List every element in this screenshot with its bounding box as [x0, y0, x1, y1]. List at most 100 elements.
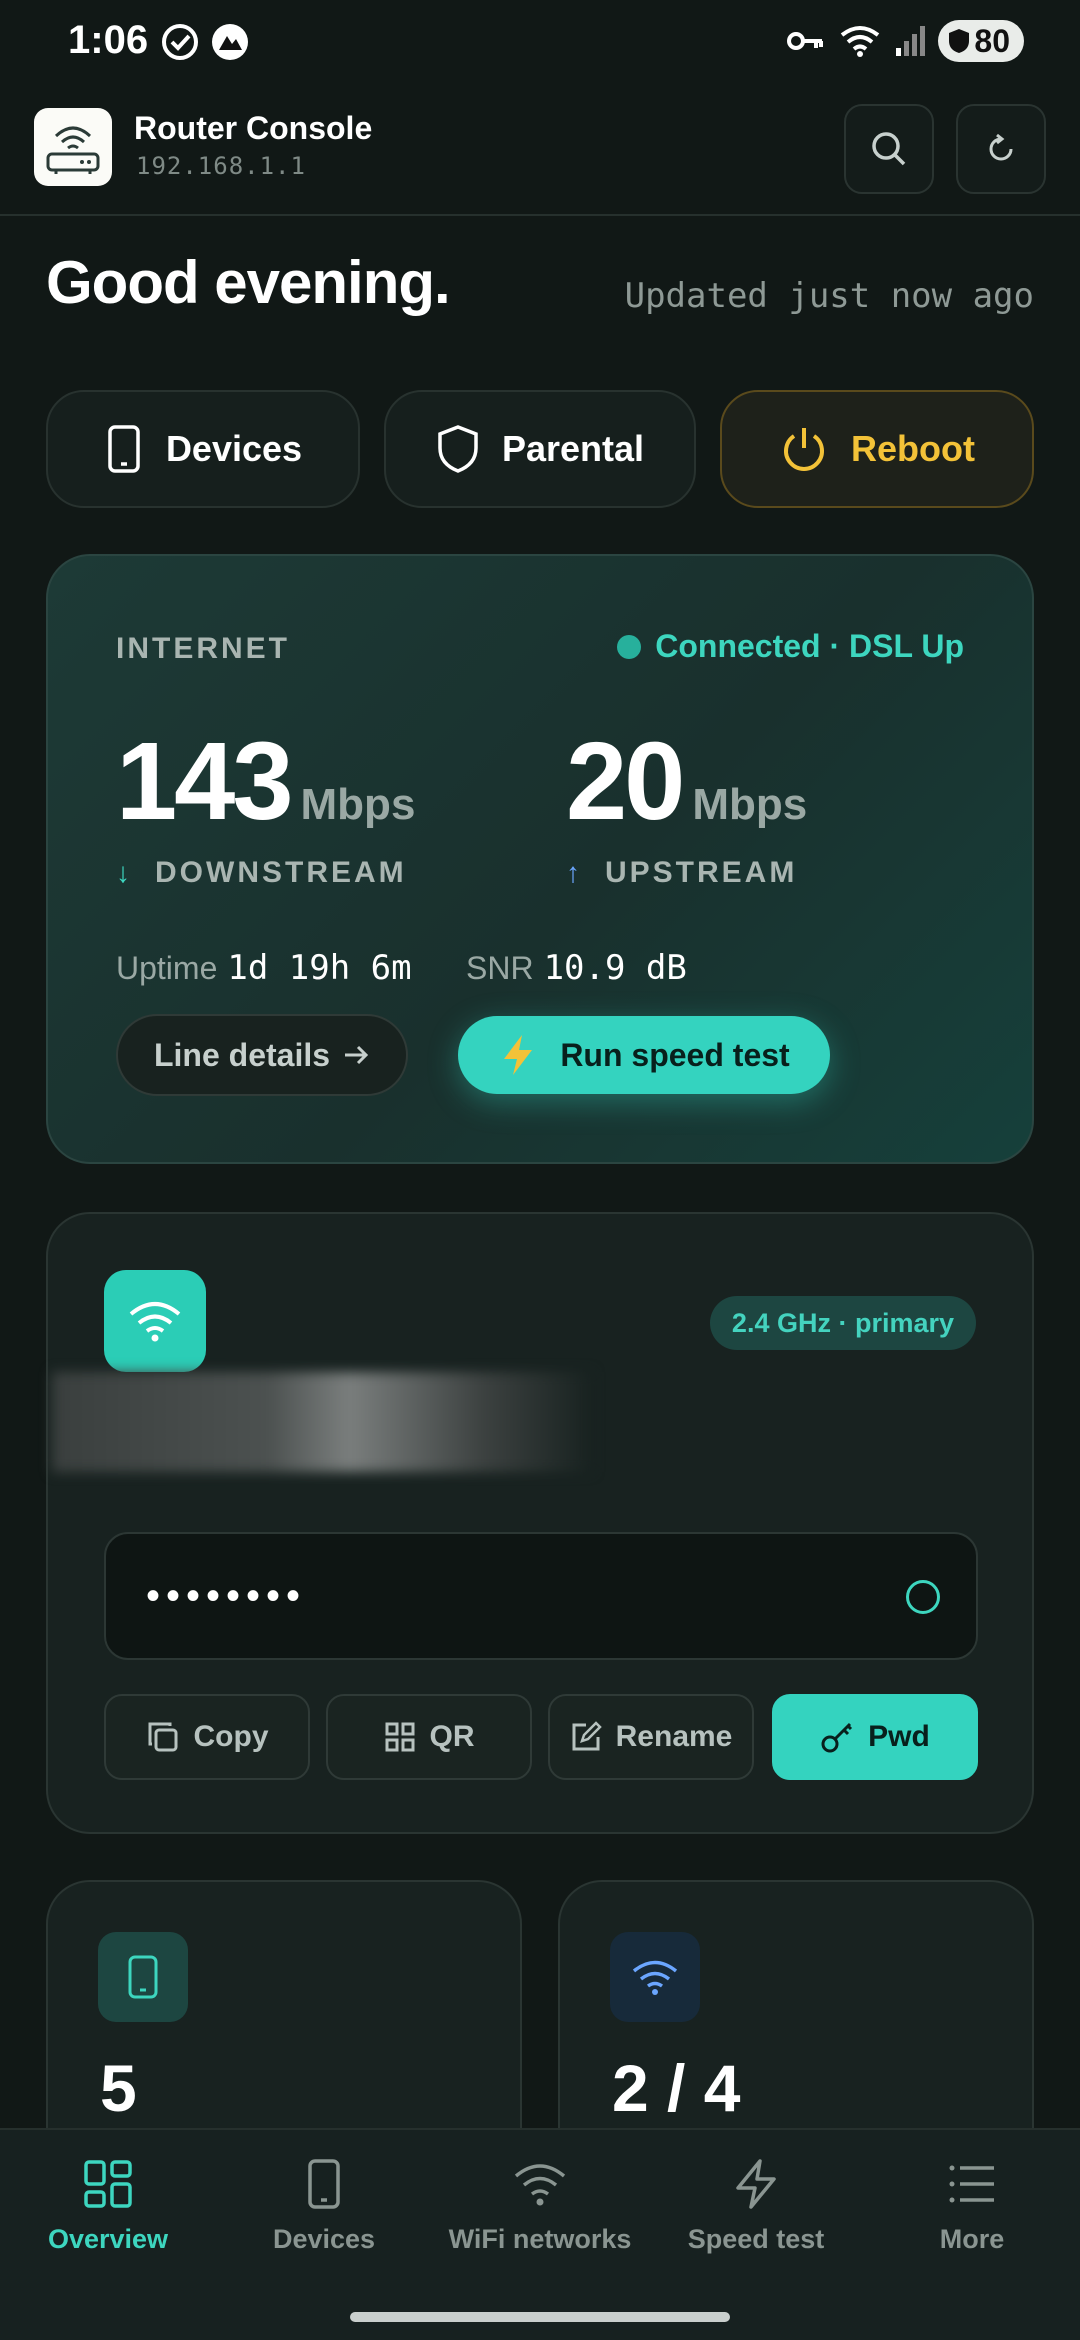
- copy-button[interactable]: Copy: [104, 1694, 310, 1780]
- copy-icon: [148, 1722, 177, 1752]
- arrow-right-icon: [345, 1045, 369, 1065]
- downstream-unit: Mbps: [300, 780, 416, 829]
- arrow-down-icon: ↓: [116, 857, 133, 888]
- bolt-icon: [736, 2159, 776, 2209]
- nav-overview-label: Overview: [47, 2224, 169, 2254]
- app-notification-icon: [212, 24, 248, 60]
- line-details-button[interactable]: Line details: [116, 1014, 408, 1096]
- greeting-title: Good evening.: [46, 249, 451, 316]
- router-ip: 192.168.1.1: [136, 152, 306, 180]
- run-speed-test-button[interactable]: Run speed test: [458, 1016, 830, 1094]
- refresh-button[interactable]: [956, 104, 1046, 194]
- downstream-label: DOWNSTREAM: [155, 856, 407, 889]
- wifi-network-card: 2.4 GHz · primary •••••••• Copy QR Renam…: [46, 1212, 1034, 1834]
- router-logo: [34, 108, 112, 186]
- status-time: 1:06: [68, 18, 149, 62]
- phone-icon: [108, 425, 140, 473]
- devices-quick-button[interactable]: Devices: [46, 390, 360, 508]
- downstream-value: 143: [116, 720, 294, 843]
- status-system-icons: 80: [786, 20, 1024, 62]
- nav-speed-test[interactable]: Speed test: [648, 2158, 864, 2255]
- band-badge: 2.4 GHz · primary: [709, 1296, 976, 1350]
- wifi-badge: [104, 1270, 206, 1372]
- parental-quick-label: Parental: [501, 428, 645, 469]
- parental-quick-button[interactable]: Parental: [384, 390, 696, 508]
- connection-status: Connected · DSL Up: [617, 628, 964, 665]
- nav-wifi-networks[interactable]: WiFi networks: [432, 2158, 648, 2255]
- wifi-icon: [129, 1302, 181, 1342]
- qr-icon: [385, 1722, 414, 1752]
- uptime: Uptime 1d 19h 6m: [116, 948, 412, 988]
- device-count: 5: [100, 2051, 137, 2125]
- wifi-icon: [514, 2164, 566, 2206]
- internet-card: INTERNET Connected · DSL Up 143 Mbps ↓ D…: [46, 554, 1034, 1164]
- wifi-signal-icon: [841, 26, 880, 57]
- connection-status-text: Connected · DSL Up: [655, 628, 964, 664]
- nav-devices[interactable]: Devices: [216, 2158, 432, 2255]
- wifi-icon: [632, 1960, 678, 1995]
- wifi-networks-count: 2 / 4: [612, 2051, 741, 2125]
- change-password-label: Pwd: [868, 1720, 930, 1753]
- nav-wifi-networks-label: WiFi networks: [448, 2224, 632, 2254]
- line-details-label: Line details: [153, 1036, 331, 1073]
- downstream-speed: 143 Mbps: [116, 718, 415, 845]
- bottom-navigation: Overview Devices WiFi networks Speed tes…: [0, 2128, 1080, 2340]
- phone-icon: [308, 2159, 340, 2209]
- search-button[interactable]: [844, 104, 934, 194]
- search-icon: [872, 132, 906, 166]
- nav-speed-test-label: Speed test: [687, 2224, 825, 2254]
- list-icon: [949, 2165, 994, 2203]
- devices-quick-label: Devices: [165, 428, 303, 469]
- upstream-value: 20: [566, 720, 685, 843]
- last-updated: Updated just now ago: [624, 276, 1034, 316]
- downstream-caption: ↓ DOWNSTREAM: [116, 856, 407, 890]
- upstream-label: UPSTREAM: [605, 856, 798, 889]
- reboot-quick-button[interactable]: Reboot: [720, 390, 1034, 508]
- cell-signal-icon: [896, 26, 926, 56]
- qr-button[interactable]: QR: [326, 1694, 532, 1780]
- reboot-quick-label: Reboot: [851, 428, 975, 469]
- bolt-icon: [504, 1035, 533, 1075]
- upstream-speed: 20 Mbps: [566, 718, 807, 845]
- home-indicator[interactable]: [350, 2312, 730, 2322]
- upstream-unit: Mbps: [692, 780, 808, 829]
- arrow-up-icon: ↑: [566, 857, 583, 888]
- copy-label: Copy: [193, 1720, 269, 1753]
- device-badge: [98, 1932, 188, 2022]
- app-title: Router Console: [134, 110, 373, 146]
- battery-level: 80: [974, 22, 1010, 59]
- status-notification-icons: [160, 22, 250, 62]
- grid-icon: [84, 2160, 132, 2208]
- nav-more[interactable]: More: [864, 2158, 1080, 2255]
- wifi-networks-badge: [610, 1932, 700, 2022]
- app-header: Router Console 192.168.1.1: [0, 88, 1080, 216]
- battery-indicator: 80: [938, 20, 1024, 62]
- vpn-key-icon: [787, 32, 824, 50]
- uptime-label: Uptime: [116, 950, 218, 986]
- device-icon: [128, 1955, 158, 1999]
- run-speed-test-label: Run speed test: [560, 1036, 790, 1073]
- status-bar: 1:06 80: [0, 0, 1080, 88]
- snr-label: SNR: [466, 950, 534, 986]
- nav-more-label: More: [939, 2224, 1005, 2254]
- wifi-password-field[interactable]: ••••••••: [104, 1532, 978, 1660]
- change-password-button[interactable]: Pwd: [772, 1694, 978, 1780]
- nav-overview[interactable]: Overview: [0, 2158, 216, 2255]
- shield-icon: [438, 425, 478, 473]
- nav-devices-label: Devices: [272, 2224, 376, 2254]
- network-name-redacted: [52, 1372, 592, 1472]
- snr-value: 10.9 dB: [543, 948, 687, 988]
- key-icon: [821, 1722, 853, 1753]
- router-icon: [46, 126, 100, 174]
- wifi-password-value: ••••••••: [146, 1573, 307, 1618]
- snr: SNR 10.9 dB: [466, 948, 687, 988]
- rename-button[interactable]: Rename: [548, 1694, 754, 1780]
- battery-saver-icon: [949, 29, 970, 53]
- rename-label: Rename: [615, 1720, 733, 1753]
- show-password-icon[interactable]: [906, 1580, 940, 1614]
- qr-label: QR: [429, 1720, 475, 1753]
- upstream-caption: ↑ UPSTREAM: [566, 856, 797, 890]
- internet-section-label: INTERNET: [116, 632, 290, 665]
- refresh-icon: [989, 133, 1013, 161]
- power-icon: [784, 428, 824, 471]
